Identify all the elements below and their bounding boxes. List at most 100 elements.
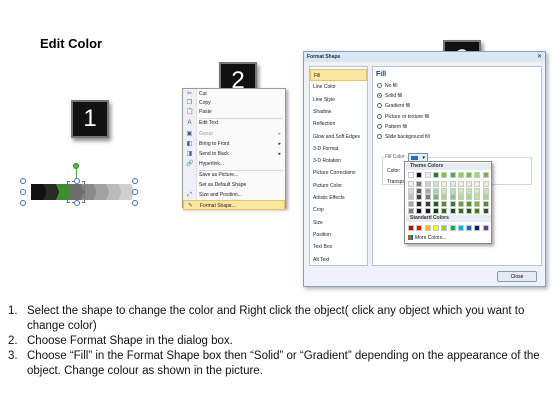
theme-color-swatch[interactable] xyxy=(457,187,464,194)
theme-color-swatch[interactable] xyxy=(441,172,448,178)
resize-handle[interactable] xyxy=(132,200,138,206)
theme-color-swatch[interactable] xyxy=(416,180,423,187)
close-button[interactable]: Close xyxy=(497,271,537,282)
theme-color-swatch[interactable] xyxy=(457,172,464,178)
theme-color-swatch[interactable] xyxy=(457,201,464,208)
theme-color-swatch[interactable] xyxy=(466,180,473,187)
radio-button[interactable] xyxy=(377,83,382,88)
shape-strip[interactable] xyxy=(20,163,138,206)
fill-option[interactable]: Slide background fill xyxy=(377,134,430,141)
category-item[interactable]: Picture Corrections xyxy=(310,167,367,179)
category-item[interactable]: Crop xyxy=(310,204,367,216)
context-menu-item[interactable]: ◨ Send to Back ▸ xyxy=(183,149,285,159)
theme-color-swatch[interactable] xyxy=(474,201,481,208)
fill-option[interactable]: Gradient fill xyxy=(377,103,410,110)
theme-color-swatch[interactable] xyxy=(466,201,473,208)
theme-color-swatch[interactable] xyxy=(474,208,481,214)
radio-button[interactable] xyxy=(377,134,382,139)
radio-button[interactable] xyxy=(377,103,382,109)
category-item[interactable]: Glow and Soft Edges xyxy=(310,131,367,143)
radio-button[interactable] xyxy=(377,93,382,99)
resize-handle[interactable] xyxy=(74,178,80,184)
fill-option[interactable]: Solid fill xyxy=(377,93,402,100)
theme-color-swatch[interactable] xyxy=(416,201,423,208)
theme-color-swatch[interactable] xyxy=(474,180,481,187)
close-icon[interactable]: ✕ xyxy=(537,53,542,61)
theme-color-swatch[interactable] xyxy=(424,194,431,201)
theme-color-swatch[interactable] xyxy=(408,194,414,201)
context-menu-item[interactable]: Save as Picture... xyxy=(183,170,285,180)
theme-color-swatch[interactable] xyxy=(449,187,456,194)
fill-option[interactable]: Pattern fill xyxy=(377,123,407,131)
radio-button[interactable] xyxy=(377,113,382,119)
theme-color-swatch[interactable] xyxy=(408,187,414,194)
fill-option[interactable]: Picture or texture fill xyxy=(377,113,429,121)
theme-color-swatch[interactable] xyxy=(408,201,414,208)
category-item[interactable]: Size xyxy=(310,217,367,229)
theme-color-swatch[interactable] xyxy=(457,194,464,201)
resize-handle[interactable] xyxy=(132,189,138,195)
standard-color-swatch[interactable] xyxy=(466,225,473,231)
context-menu-item[interactable]: ✎ Format Shape... xyxy=(183,200,285,210)
context-menu-item[interactable]: A Edit Text xyxy=(183,118,285,128)
theme-color-swatch[interactable] xyxy=(432,194,439,201)
theme-color-swatch[interactable] xyxy=(441,180,448,187)
category-item[interactable]: Text Box xyxy=(310,241,367,253)
category-item[interactable]: Line Color xyxy=(310,81,367,93)
theme-color-swatch[interactable] xyxy=(424,180,431,187)
theme-color-swatch[interactable] xyxy=(457,180,464,187)
rotation-handle[interactable] xyxy=(73,163,79,169)
theme-color-swatch[interactable] xyxy=(449,208,456,214)
fill-option[interactable]: No fill xyxy=(377,83,398,90)
theme-color-swatch[interactable] xyxy=(474,172,481,178)
theme-color-swatch[interactable] xyxy=(474,194,481,201)
context-menu-item[interactable]: 🔗 Hyperlink... xyxy=(183,159,285,169)
theme-color-swatch[interactable] xyxy=(482,194,489,201)
theme-color-swatch[interactable] xyxy=(474,187,481,194)
standard-color-swatch[interactable] xyxy=(441,225,448,231)
category-item[interactable]: 3-D Format xyxy=(310,143,367,155)
context-menu-item[interactable]: Set as Default Shape xyxy=(183,180,285,190)
theme-color-swatch[interactable] xyxy=(482,180,489,187)
standard-color-swatch[interactable] xyxy=(424,225,431,231)
theme-color-swatch[interactable] xyxy=(441,208,448,214)
standard-color-swatch[interactable] xyxy=(449,225,456,231)
standard-color-swatch[interactable] xyxy=(457,225,464,231)
context-menu-item[interactable]: 📋 Paste xyxy=(183,107,285,117)
theme-color-swatch[interactable] xyxy=(482,172,489,178)
context-menu-item[interactable]: ◧ Bring to Front ▸ xyxy=(183,139,285,149)
theme-color-swatch[interactable] xyxy=(424,201,431,208)
category-item[interactable]: Position xyxy=(310,229,367,241)
theme-color-swatch[interactable] xyxy=(466,172,473,178)
theme-color-swatch[interactable] xyxy=(432,201,439,208)
category-item[interactable]: Alt Text xyxy=(310,254,367,266)
standard-color-swatch[interactable] xyxy=(416,225,423,231)
category-item[interactable]: Artistic Effects xyxy=(310,192,367,204)
resize-handle[interactable] xyxy=(20,189,26,195)
theme-color-swatch[interactable] xyxy=(449,194,456,201)
theme-color-swatch[interactable] xyxy=(432,187,439,194)
theme-color-swatch[interactable] xyxy=(466,187,473,194)
theme-color-swatch[interactable] xyxy=(449,172,456,178)
theme-color-swatch[interactable] xyxy=(424,187,431,194)
theme-color-swatch[interactable] xyxy=(432,208,439,214)
theme-color-swatch[interactable] xyxy=(408,172,414,178)
theme-color-swatch[interactable] xyxy=(424,172,431,178)
theme-color-swatch[interactable] xyxy=(432,180,439,187)
more-colors-link[interactable]: More Colors... xyxy=(408,235,446,241)
category-item[interactable]: Picture Color xyxy=(310,180,367,192)
theme-color-swatch[interactable] xyxy=(441,201,448,208)
theme-color-swatch[interactable] xyxy=(482,187,489,194)
theme-color-swatch[interactable] xyxy=(441,187,448,194)
theme-color-swatch[interactable] xyxy=(416,187,423,194)
standard-color-swatch[interactable] xyxy=(432,225,439,231)
theme-color-swatch[interactable] xyxy=(466,194,473,201)
theme-color-swatch[interactable] xyxy=(432,172,439,178)
category-item[interactable]: 3-D Rotation xyxy=(310,155,367,167)
theme-color-swatch[interactable] xyxy=(408,208,414,214)
standard-color-swatch[interactable] xyxy=(474,225,481,231)
theme-color-swatch[interactable] xyxy=(449,180,456,187)
category-item[interactable]: Shadow xyxy=(310,106,367,118)
standard-color-swatch[interactable] xyxy=(482,225,489,231)
category-item[interactable]: Reflection xyxy=(310,118,367,130)
